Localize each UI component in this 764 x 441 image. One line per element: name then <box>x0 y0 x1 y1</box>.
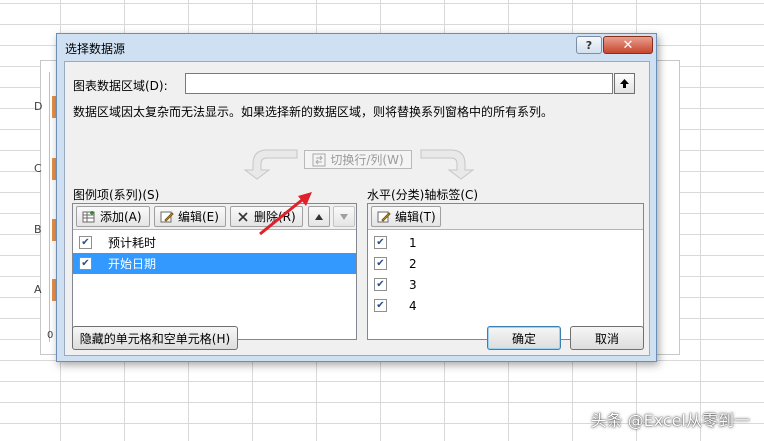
category-label-0: 1 <box>409 235 417 250</box>
edit-icon <box>159 209 175 225</box>
axis-zero-label: 0 <box>47 330 54 341</box>
category-row-2[interactable]: ✔ 3 <box>368 274 643 295</box>
hidden-empty-cells-button[interactable]: 隐藏的单元格和空单元格(H) <box>72 326 238 350</box>
add-icon <box>81 209 97 225</box>
triangle-down-icon <box>340 213 348 220</box>
axis-label-a: A <box>34 283 42 296</box>
category-checkbox-1[interactable]: ✔ <box>374 257 387 270</box>
range-input[interactable] <box>185 73 613 94</box>
annotation-arrow-icon <box>259 192 312 236</box>
series-panel-title: 图例项(系列)(S) <box>73 188 160 202</box>
range-message: 数据区域因太复杂而无法显示。如果选择新的数据区域，则将替换系列窗格中的所有系列。 <box>73 105 554 119</box>
edit-series-button[interactable]: 编辑(E) <box>154 206 226 227</box>
dialog-titlebar[interactable]: 选择数据源 ? ✕ <box>57 34 656 60</box>
category-checkbox-2[interactable]: ✔ <box>374 278 387 291</box>
collapse-arrow-icon <box>620 79 629 88</box>
switch-row-column-button[interactable]: 切换行/列(W) <box>304 150 412 169</box>
edit-icon <box>376 209 392 225</box>
series-label-0: 预计耗时 <box>108 236 157 250</box>
add-series-button[interactable]: 添加(A) <box>76 206 150 227</box>
category-label-1: 2 <box>409 256 417 271</box>
edit-category-label: 编辑(T) <box>395 210 436 224</box>
hidden-empty-cells-label: 隐藏的单元格和空单元格(H) <box>79 331 231 346</box>
edit-series-label: 编辑(E) <box>178 210 219 224</box>
cancel-label: 取消 <box>594 331 619 346</box>
ok-button[interactable]: 确定 <box>487 326 561 350</box>
add-series-label: 添加(A) <box>100 210 142 224</box>
switch-label: 切换行/列(W) <box>330 153 404 167</box>
curved-arrow-right-icon <box>420 149 475 180</box>
category-row-3[interactable]: ✔ 4 <box>368 295 643 316</box>
category-panel: 编辑(T) ✔ 1 ✔ 2 ✔ 3 ✔ 4 <box>367 203 644 340</box>
dialog-body: 图表数据区域(D): 数据区域因太复杂而无法显示。如果选择新的数据区域，则将替换… <box>64 61 650 356</box>
move-down-button[interactable] <box>333 206 355 227</box>
dialog-title: 选择数据源 <box>65 42 126 56</box>
category-panel-title: 水平(分类)轴标签(C) <box>367 188 479 202</box>
ok-label: 确定 <box>511 331 536 346</box>
watermark: 头条 @Excel从零到一 <box>590 411 750 430</box>
category-label-2: 3 <box>409 277 417 292</box>
chart-axis <box>49 72 50 342</box>
category-label-3: 4 <box>409 298 417 313</box>
help-button[interactable]: ? <box>576 36 602 54</box>
axis-label-c: C <box>34 162 42 175</box>
switch-icon <box>312 153 326 166</box>
series-checkbox-1[interactable]: ✔ <box>79 257 92 270</box>
curved-arrow-left-icon <box>243 149 298 180</box>
range-label: 图表数据区域(D): <box>73 79 168 93</box>
series-label-1: 开始日期 <box>108 257 157 271</box>
select-data-source-dialog: 选择数据源 ? ✕ 图表数据区域(D): 数据区域因太复杂而无法显示。如果选择新… <box>56 33 657 362</box>
series-checkbox-0[interactable]: ✔ <box>79 236 92 249</box>
close-button[interactable]: ✕ <box>603 36 653 54</box>
collapse-dialog-button[interactable] <box>614 73 635 94</box>
category-row-0[interactable]: ✔ 1 <box>368 232 643 253</box>
category-checkbox-0[interactable]: ✔ <box>374 236 387 249</box>
category-checkbox-3[interactable]: ✔ <box>374 299 387 312</box>
category-row-1[interactable]: ✔ 2 <box>368 253 643 274</box>
axis-label-d: D <box>34 100 43 113</box>
close-icon: ✕ <box>622 37 634 53</box>
category-toolbar: 编辑(T) <box>368 204 643 230</box>
series-row-1[interactable]: ✔ 开始日期 <box>73 253 356 274</box>
cancel-button[interactable]: 取消 <box>570 326 644 350</box>
delete-icon <box>235 209 251 225</box>
help-icon: ? <box>585 38 593 52</box>
axis-label-b: B <box>34 223 42 236</box>
edit-category-button[interactable]: 编辑(T) <box>371 206 441 227</box>
